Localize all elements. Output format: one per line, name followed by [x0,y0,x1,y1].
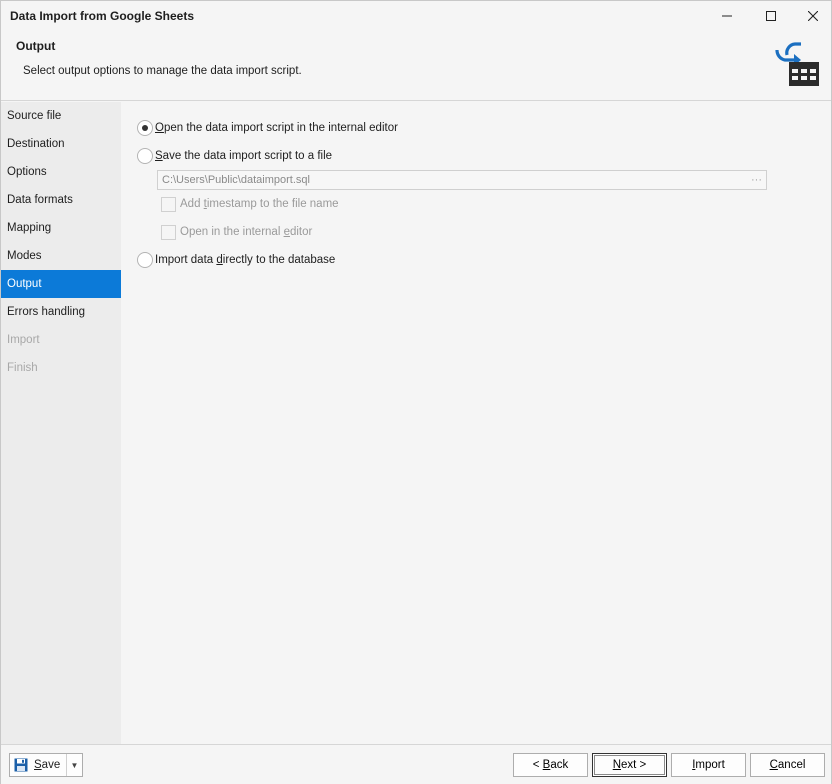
open-in-editor-radio[interactable] [137,120,153,136]
close-button[interactable] [791,1,832,31]
sidebar-item-modes[interactable]: Modes [1,242,121,270]
save-split-button: Save ▼ [9,753,83,777]
open-internal-editor-checkbox [161,224,176,240]
page-header: Output Select output options to manage t… [1,31,831,101]
data-import-table-icon [775,42,819,86]
output-options-panel: Open the data import script in the inter… [121,102,831,744]
sidebar-item-source-file[interactable]: Source file [1,102,121,130]
sidebar-item-errors-handling[interactable]: Errors handling [1,298,121,326]
chevron-down-icon: ▼ [70,760,79,770]
import-directly-label[interactable]: Import data directly to the database [155,254,335,266]
wizard-steps-sidebar: Source file Destination Options Data for… [1,102,121,744]
sidebar-item-output[interactable]: Output [1,270,121,298]
save-to-file-option[interactable]: Save the data import script to a file [137,147,332,165]
import-directly-option[interactable]: Import data directly to the database [137,251,335,269]
import-wizard-window: Data Import from Google Sheets Output Se… [0,0,832,784]
wizard-footer: Save ▼ < Back Next > Import Cancel [1,744,831,784]
window-title: Data Import from Google Sheets [10,9,195,23]
page-subtitle: Select output options to manage the data… [23,65,302,77]
save-dropdown-button[interactable]: ▼ [66,754,82,776]
sidebar-item-options[interactable]: Options [1,158,121,186]
maximize-button[interactable] [749,1,793,31]
minimize-icon [722,15,732,17]
minimize-button[interactable] [705,1,749,31]
open-in-editor-option[interactable]: Open the data import script in the inter… [137,119,398,137]
save-button-label: Save [34,759,61,771]
add-timestamp-label: Add timestamp to the file name [180,198,339,210]
add-timestamp-checkbox [161,196,176,212]
title-bar: Data Import from Google Sheets [1,1,831,31]
open-internal-editor-option: Open in the internal editor [161,223,312,241]
file-path-value: C:\Users\Public\dataimport.sql [162,174,310,186]
maximize-icon [766,11,776,21]
back-button[interactable]: < Back [513,753,588,777]
sidebar-item-data-formats[interactable]: Data formats [1,186,121,214]
save-to-file-radio[interactable] [137,148,153,164]
sidebar-item-import: Import [7,334,40,346]
page-title: Output [16,39,56,53]
add-timestamp-option: Add timestamp to the file name [161,195,339,213]
open-internal-editor-label: Open in the internal editor [180,226,313,238]
sidebar-item-destination[interactable]: Destination [1,130,121,158]
save-to-file-label[interactable]: Save the data import script to a file [155,150,332,162]
floppy-disk-icon [14,758,28,772]
next-button[interactable]: Next > [592,753,667,777]
sidebar-item-finish: Finish [7,362,38,374]
import-button[interactable]: Import [671,753,746,777]
browse-file-button: ··· [751,174,762,186]
save-button[interactable]: Save [10,754,66,776]
sidebar-item-mapping[interactable]: Mapping [1,214,121,242]
cancel-button[interactable]: Cancel [750,753,825,777]
file-path-input: C:\Users\Public\dataimport.sql ··· [157,170,767,190]
import-directly-radio[interactable] [137,252,153,268]
open-in-editor-label[interactable]: Open the data import script in the inter… [155,122,398,134]
close-icon [808,11,818,21]
